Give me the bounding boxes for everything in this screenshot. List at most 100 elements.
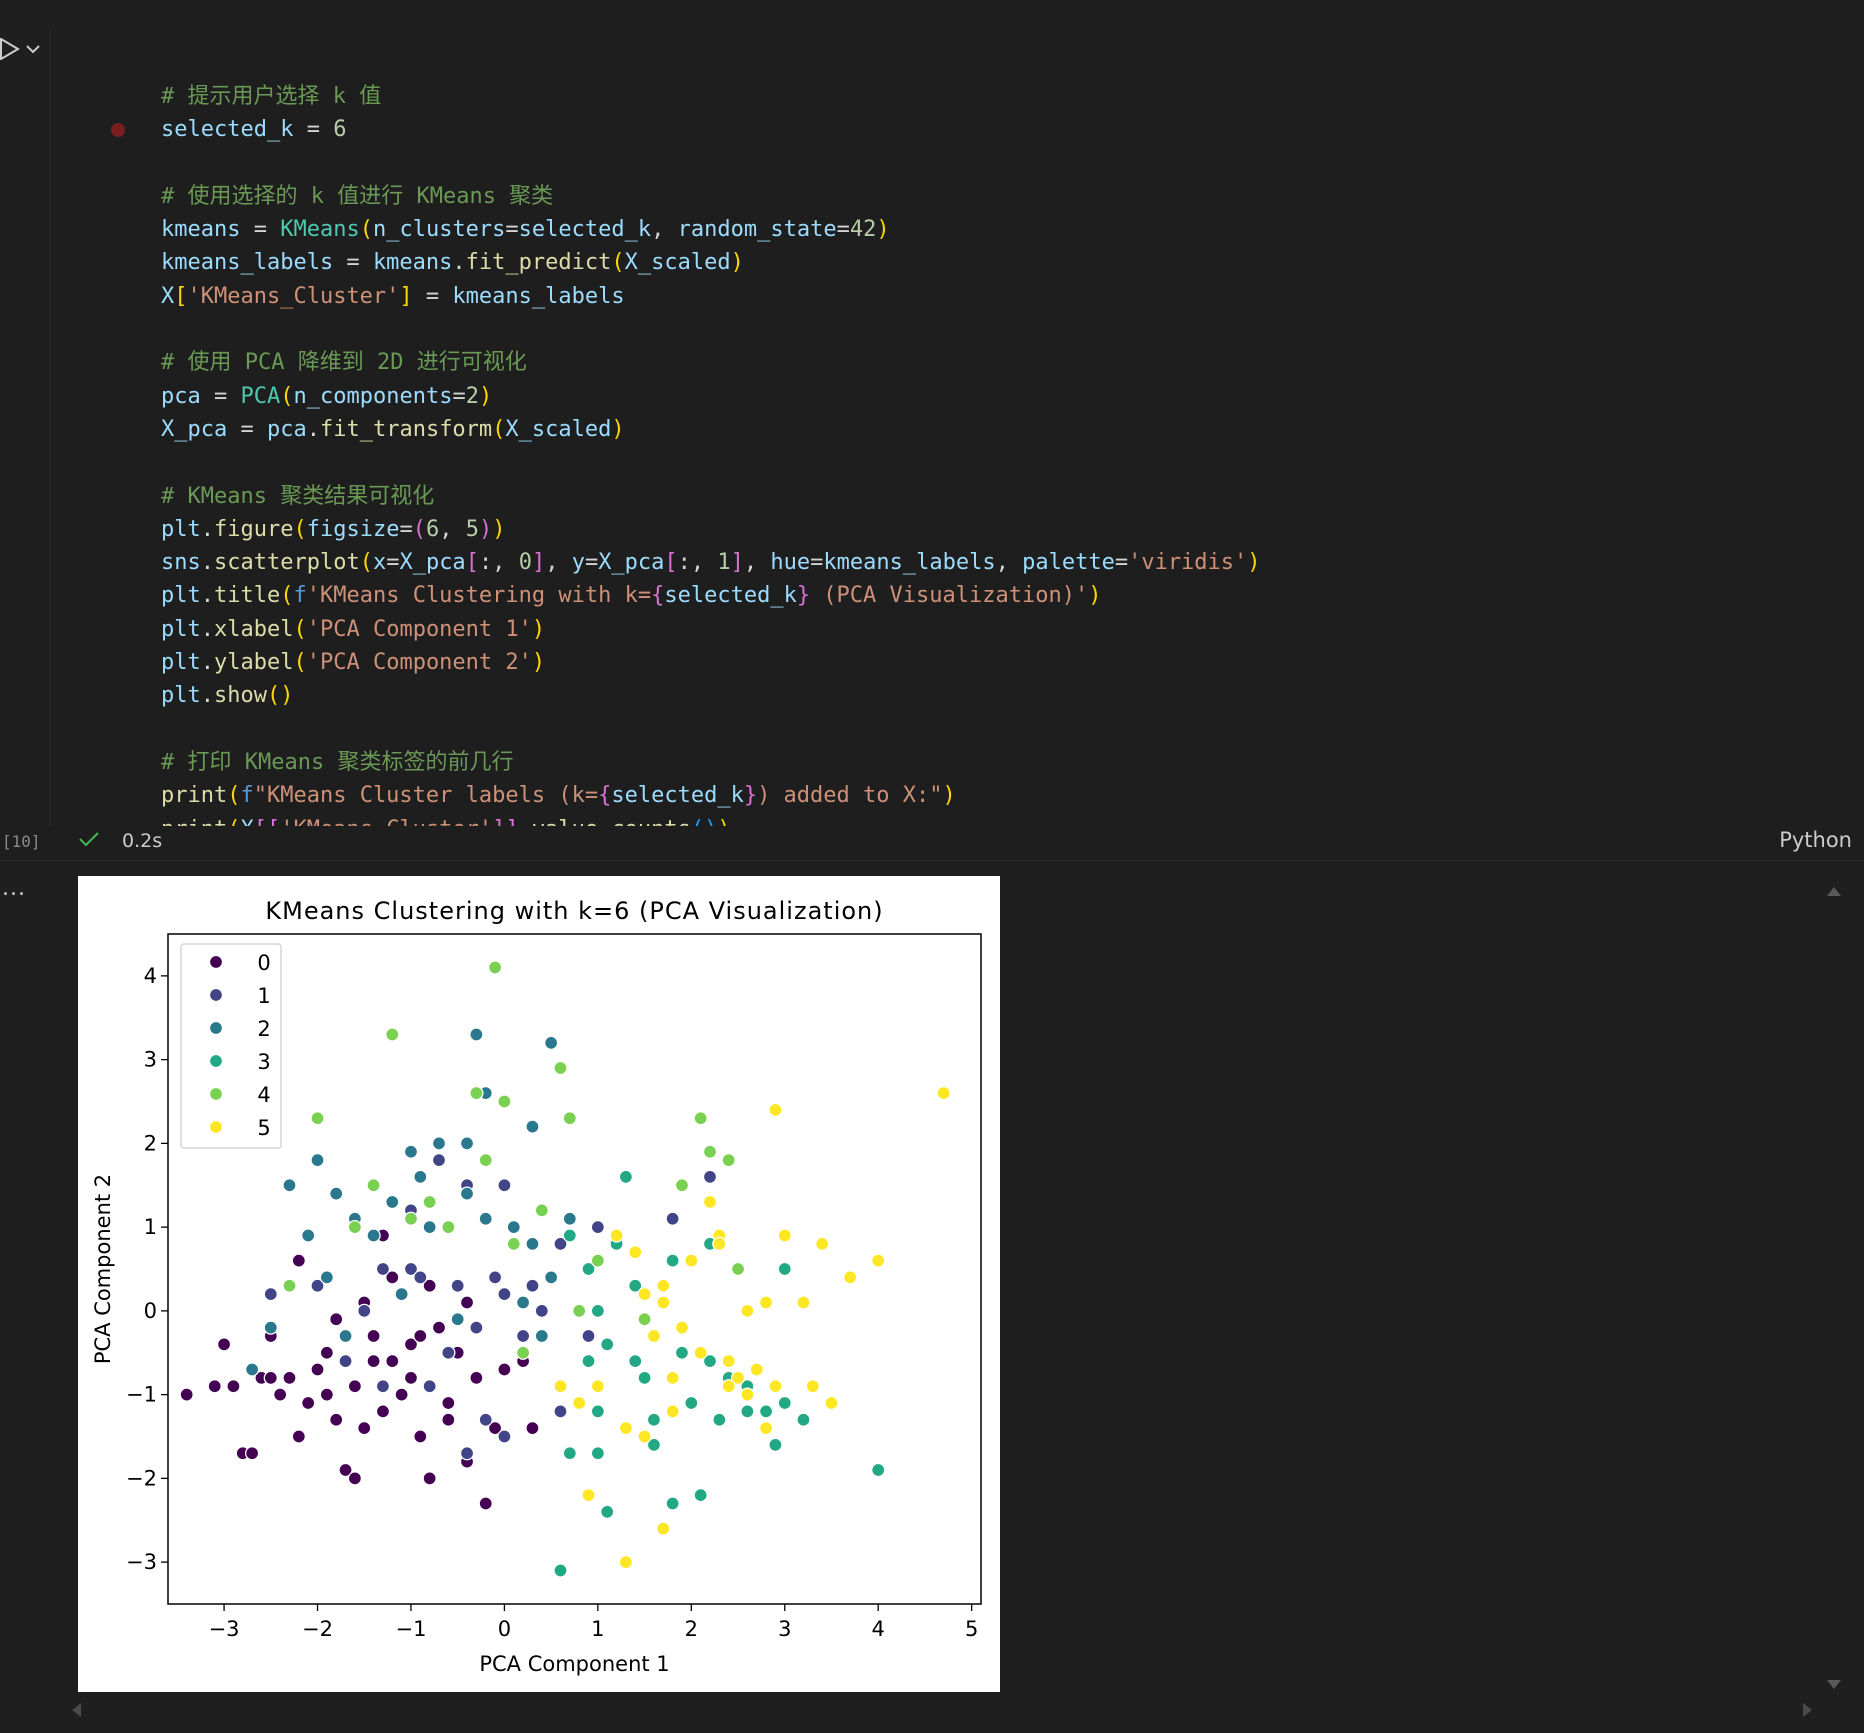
- data-point: [497, 1362, 512, 1377]
- legend-label: 3: [257, 1050, 270, 1074]
- code-token: ): [942, 783, 956, 809]
- code-line[interactable]: plt.ylabel('PCA Component 2'): [161, 646, 1261, 679]
- code-line[interactable]: plt.xlabel('PCA Component 1'): [161, 613, 1261, 646]
- code-line[interactable]: kmeans_labels = kmeans.fit_predict(X_sca…: [161, 246, 1261, 279]
- code-token: # KMeans 聚类结果可视化: [161, 483, 435, 509]
- code-line[interactable]: selected_k = 6: [161, 113, 1261, 146]
- code-line[interactable]: # 打印 KMeans 聚类标签的前几行: [161, 746, 1261, 779]
- code-token: ]: [730, 550, 744, 576]
- x-tick-label: 1: [591, 1617, 604, 1641]
- data-point: [618, 1420, 634, 1436]
- y-tick-label: −2: [126, 1466, 157, 1490]
- data-point: [375, 1404, 391, 1419]
- data-point: [749, 1362, 764, 1377]
- data-point: [665, 1496, 680, 1511]
- data-point: [702, 1169, 718, 1185]
- code-token: pca: [266, 416, 307, 442]
- legend-label: 4: [257, 1083, 270, 1107]
- code-token: =: [836, 217, 850, 243]
- code-token: .: [200, 616, 214, 642]
- scroll-up-icon[interactable]: [1826, 882, 1842, 901]
- code-line[interactable]: [161, 313, 1261, 346]
- data-point: [590, 1446, 606, 1461]
- code-line[interactable]: # 使用 PCA 降维到 2D 进行可视化: [161, 346, 1261, 379]
- data-point: [702, 1194, 718, 1210]
- code-token: fit_transform: [319, 416, 493, 442]
- data-point: [487, 1270, 503, 1285]
- code-token: xlabel: [214, 616, 294, 642]
- code-token: 'PCA Component 2': [306, 650, 532, 676]
- data-point: [385, 1027, 400, 1042]
- cell-language[interactable]: Python: [1779, 828, 1852, 852]
- data-point: [291, 1429, 306, 1444]
- code-token: 6: [425, 516, 440, 542]
- data-point: [385, 1194, 400, 1210]
- code-line[interactable]: X['KMeans_Cluster'] = kmeans_labels: [161, 280, 1261, 313]
- code-token: =: [333, 250, 373, 276]
- data-point: [478, 1211, 493, 1226]
- scroll-right-icon[interactable]: [1802, 1702, 1814, 1722]
- code-line[interactable]: [161, 446, 1261, 479]
- legend-marker: [208, 1086, 224, 1102]
- data-point: [422, 1379, 437, 1394]
- output-more-icon[interactable]: ...: [2, 876, 26, 901]
- code-line[interactable]: [161, 713, 1261, 746]
- code-token: 42: [849, 217, 877, 243]
- data-point: [291, 1253, 306, 1268]
- code-token: 1: [717, 550, 731, 576]
- legend-marker: [208, 1020, 224, 1036]
- code-token: kmeans_labels: [161, 250, 334, 276]
- code-line[interactable]: kmeans = KMeans(n_clusters=selected_k, r…: [161, 213, 1261, 246]
- x-tick-label: −2: [302, 1617, 333, 1641]
- code-token: "KMeans Cluster labels (k=: [253, 783, 599, 809]
- code-line[interactable]: plt.show(): [161, 679, 1261, 712]
- code-token: (: [293, 516, 307, 542]
- data-point: [497, 1286, 512, 1302]
- code-token: x: [372, 550, 387, 576]
- breakpoint-dot[interactable]: [111, 123, 125, 137]
- scroll-down-icon[interactable]: [1826, 1676, 1842, 1695]
- cell-gutter: [0, 30, 50, 860]
- code-line[interactable]: plt.title(f'KMeans Clustering with k={se…: [161, 579, 1261, 612]
- code-token: plt: [161, 583, 201, 609]
- chevron-down-icon[interactable]: [26, 44, 40, 54]
- code-token: ): [478, 516, 493, 542]
- code-token: =: [1114, 550, 1129, 576]
- data-point: [712, 1236, 727, 1252]
- data-point: [721, 1353, 736, 1369]
- data-point: [730, 1261, 746, 1277]
- code-cell-editor[interactable]: # 提示用户选择 k 值 selected_k = 6 # 使用选择的 k 值进行…: [50, 30, 1864, 842]
- data-point: [310, 1111, 325, 1126]
- data-point: [179, 1387, 194, 1402]
- code-token: [: [465, 550, 479, 576]
- data-point: [590, 1379, 606, 1394]
- data-point: [702, 1144, 718, 1159]
- data-point: [319, 1345, 335, 1360]
- data-point: [768, 1379, 783, 1394]
- code-line[interactable]: # 提示用户选择 k 值: [161, 80, 1261, 113]
- data-point: [357, 1303, 372, 1319]
- code-line[interactable]: X_pca = pca.fit_transform(X_scaled): [161, 413, 1261, 446]
- code-token: (: [611, 250, 625, 276]
- data-point: [347, 1219, 363, 1235]
- data-point: [637, 1429, 652, 1444]
- data-point: [403, 1370, 419, 1386]
- code-line[interactable]: # KMeans 聚类结果可视化: [161, 480, 1261, 513]
- data-point: [310, 1152, 325, 1168]
- code-line[interactable]: [161, 147, 1261, 180]
- data-point: [758, 1295, 774, 1310]
- code-line[interactable]: pca = PCA(n_components=2): [161, 380, 1261, 413]
- data-point: [618, 1169, 634, 1185]
- code-line[interactable]: sns.scatterplot(x=X_pca[:, 0], y=X_pca[:…: [161, 546, 1261, 579]
- data-point: [740, 1303, 755, 1319]
- code-line[interactable]: plt.figure(figsize=(6, 5)): [161, 513, 1261, 546]
- data-point: [329, 1312, 344, 1327]
- code-content[interactable]: # 提示用户选择 k 值 selected_k = 6 # 使用选择的 k 值进行…: [161, 80, 1261, 846]
- scroll-left-icon[interactable]: [70, 1702, 82, 1722]
- code-token: fit_predict: [465, 250, 612, 276]
- code-token: =: [399, 516, 413, 542]
- code-line[interactable]: # 使用选择的 k 值进行 KMeans 聚类: [161, 180, 1261, 213]
- code-token: ,: [651, 217, 678, 243]
- code-line[interactable]: print(f"KMeans Cluster labels (k={select…: [161, 779, 1261, 812]
- run-cell-icon[interactable]: [0, 38, 20, 60]
